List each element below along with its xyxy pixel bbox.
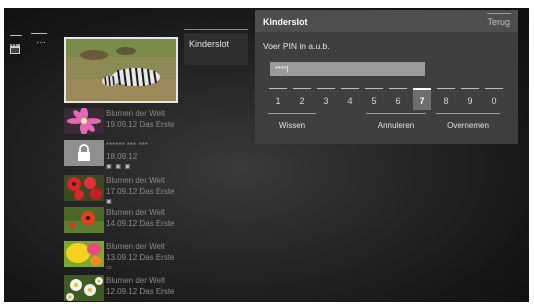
recording-date: 14.09.12 Das Erste — [106, 219, 175, 228]
recording-date: 17.09.12 Das Erste — [106, 187, 175, 196]
yellow-flower-icon — [64, 241, 104, 267]
key-7[interactable]: 7 — [413, 88, 431, 110]
recording-status-icons: ▭ — [106, 265, 113, 271]
confirm-button[interactable]: Overnemen — [436, 113, 500, 135]
menu-item-kinderslot[interactable]: Kinderslot — [184, 33, 248, 65]
pin-input[interactable] — [270, 62, 425, 76]
number-keypad: 1 2 3 4 5 6 7 8 9 0 — [269, 88, 505, 110]
list-item[interactable]: Blumen der Welt 19.09.12 Das Erste — [64, 108, 180, 134]
key-1[interactable]: 1 — [269, 88, 287, 110]
nav-line — [10, 35, 22, 36]
dialog-title: Kinderslot — [263, 17, 308, 27]
pin-input-value[interactable] — [275, 64, 415, 73]
recording-title: Blumen der Welt — [106, 109, 165, 118]
recording-date: 12.09.12 Das Erste — [106, 287, 175, 296]
list-item[interactable]: Blumen der Welt 12.09.12 Das Erste — [64, 275, 180, 301]
nav-line — [31, 33, 47, 34]
menu-divider — [184, 29, 248, 30]
key-5[interactable]: 5 — [365, 88, 383, 110]
recording-date: 19.09.12 Das Erste — [106, 120, 175, 129]
recording-status-icons: ▣ ▣ ▣ — [106, 164, 132, 170]
red-poppy-icon — [64, 207, 104, 233]
pin-prompt: Voer PIN in a.u.b. — [263, 41, 330, 51]
red-flowers-icon — [64, 175, 104, 201]
cancel-button[interactable]: Annuleren — [366, 113, 426, 135]
recording-title: Blumen der Welt — [106, 276, 165, 285]
recording-status-icons: ▣ — [106, 199, 113, 205]
list-item[interactable]: ****** *** *** 18.09.12 ▣ ▣ ▣ — [64, 140, 180, 170]
back-divider — [487, 13, 511, 14]
pin-dialog: Kinderslot Terug Voer PIN in a.u.b. 1 2 … — [255, 10, 518, 144]
pink-flower-icon — [64, 108, 104, 134]
recording-title: Blumen der Welt — [106, 176, 165, 185]
featured-thumbnail[interactable] — [64, 37, 178, 103]
recording-date: 18.09.12 — [106, 152, 138, 161]
list-item[interactable]: Blumen der Welt 13.09.12 Das Erste ▭ — [64, 241, 180, 271]
daisies-icon — [64, 275, 104, 301]
key-3[interactable]: 3 — [317, 88, 335, 110]
list-item[interactable]: Blumen der Welt 17.09.12 Das Erste ▣ — [64, 175, 180, 205]
tv-screen: ··· Blumen der Welt 19.09.12 Das Erste *… — [4, 8, 529, 302]
dialog-header: Kinderslot Terug — [255, 10, 518, 32]
more-icon[interactable]: ··· — [36, 37, 46, 48]
forgot-button[interactable]: Wissen — [268, 113, 316, 135]
back-button[interactable]: Terug — [487, 17, 510, 27]
recording-title: Blumen der Welt — [106, 242, 165, 251]
lock-icon — [64, 140, 104, 166]
key-8[interactable]: 8 — [437, 88, 455, 110]
list-item[interactable]: Blumen der Welt 14.09.12 Das Erste — [64, 207, 180, 233]
recording-date: 13.09.12 Das Erste — [106, 253, 175, 262]
key-4[interactable]: 4 — [341, 88, 359, 110]
film-icon[interactable] — [10, 44, 20, 54]
key-2[interactable]: 2 — [293, 88, 311, 110]
key-9[interactable]: 9 — [461, 88, 479, 110]
key-6[interactable]: 6 — [389, 88, 407, 110]
key-0[interactable]: 0 — [485, 88, 503, 110]
recording-title: ****** *** *** — [106, 141, 148, 150]
recording-title: Blumen der Welt — [106, 208, 165, 217]
